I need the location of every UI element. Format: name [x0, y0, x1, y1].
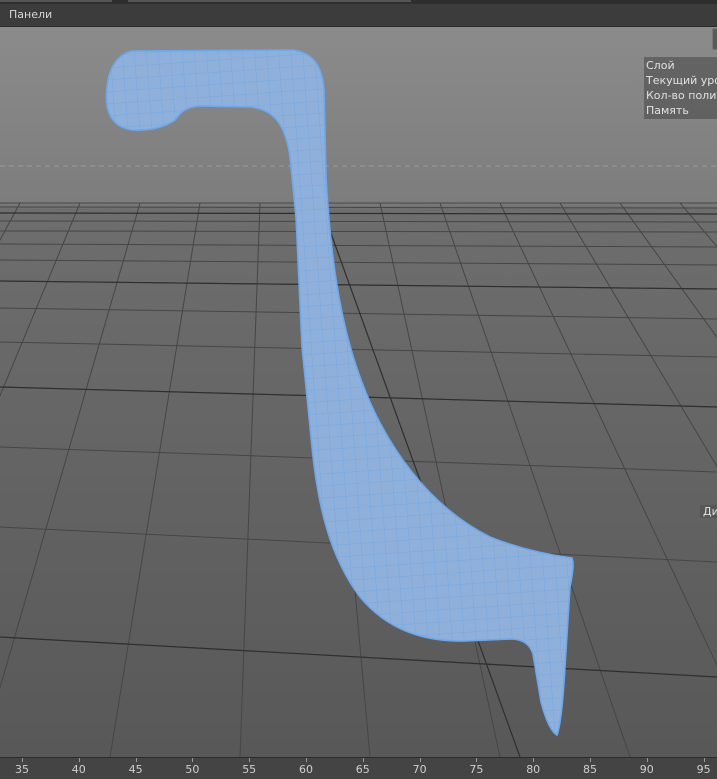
timeline-tick — [533, 758, 535, 762]
timeline-tick — [306, 758, 307, 762]
timeline-tick-label: 35 — [15, 763, 29, 776]
timeline-tick-label: 80 — [526, 763, 541, 776]
timeline-ruler[interactable]: 35 40 45 50 55 60 65 70 75 80 85 90 95 — [0, 757, 717, 779]
timeline-tick — [419, 758, 421, 762]
top-tab[interactable] — [128, 0, 411, 2]
timeline-tick-label: 75 — [469, 763, 484, 776]
timeline-tick — [22, 758, 23, 762]
hud-memory: Память — [646, 104, 689, 117]
timeline-tick-label: 65 — [355, 763, 370, 776]
timeline-tick-label: 85 — [583, 763, 597, 776]
menu-panels[interactable]: Панели — [6, 8, 55, 22]
timeline-tick — [703, 758, 705, 762]
timeline-tick-label: 50 — [185, 763, 200, 776]
timeline-tick — [78, 758, 80, 762]
timeline-tick-label: 55 — [242, 763, 257, 776]
timeline-tick — [362, 758, 364, 762]
hud-layer: Слой — [646, 59, 675, 72]
timeline-tick-label: 45 — [128, 763, 143, 776]
modeling-app-window: Панели Слой Текущий ур Кол-во полиг Памя… — [0, 0, 717, 779]
viewport-menubar: Панели — [0, 4, 717, 27]
timeline-tick-label: 40 — [71, 763, 86, 776]
timeline-tick — [476, 758, 478, 762]
timeline-tick — [590, 758, 591, 762]
timeline-tick — [135, 758, 137, 762]
timeline-tick — [192, 758, 194, 762]
viewport-canvas[interactable] — [0, 27, 717, 757]
hud-info-panel: Слой Текущий уров Кол-во полиг Память — [644, 57, 717, 119]
3d-viewport[interactable] — [0, 27, 717, 757]
hud-current-level: Текущий уров — [646, 74, 717, 87]
timeline-tick — [646, 758, 648, 762]
top-tab[interactable] — [0, 0, 112, 2]
timeline-tick — [249, 758, 251, 762]
timeline-tick-label: 60 — [299, 763, 313, 776]
viewport-corner-button[interactable] — [712, 28, 717, 50]
timeline-tick-label: 90 — [639, 763, 654, 776]
side-label[interactable]: Ди — [700, 505, 717, 518]
timeline-tick-label: 95 — [696, 763, 711, 776]
timeline-tick-label: 70 — [412, 763, 427, 776]
hud-poly-count: Кол-во полиг — [646, 89, 717, 102]
